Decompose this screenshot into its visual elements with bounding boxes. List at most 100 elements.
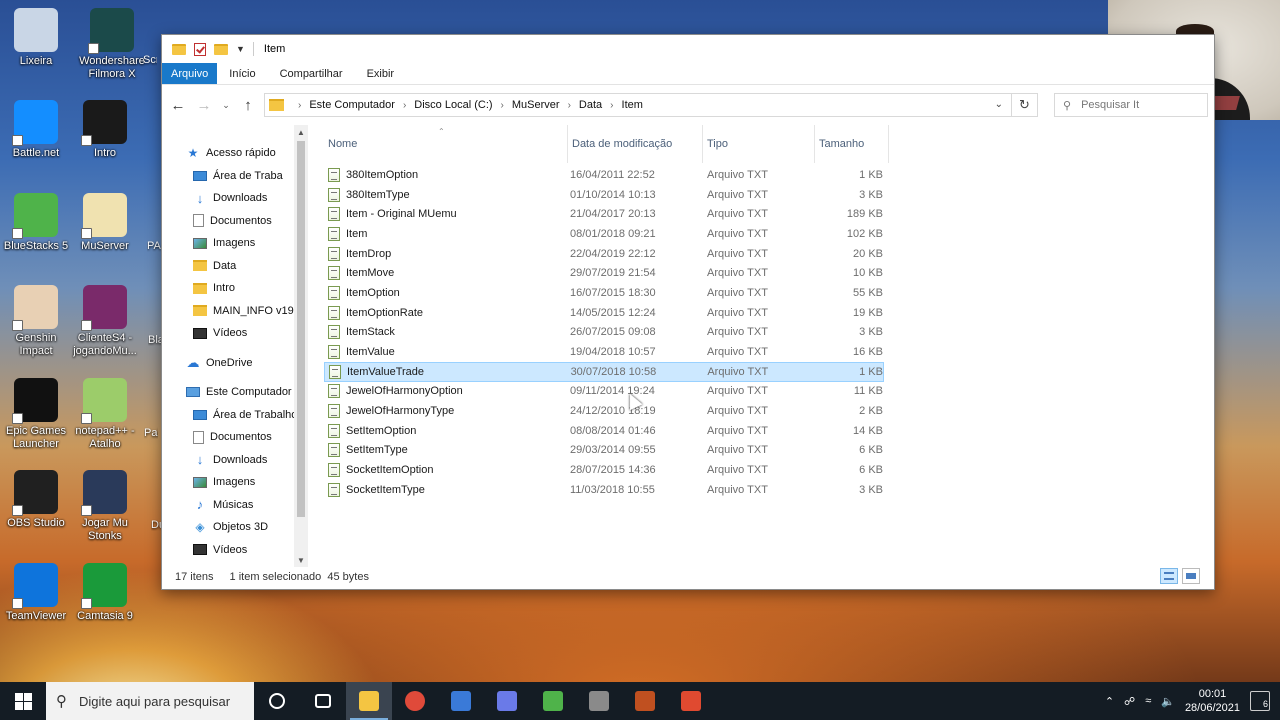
refresh-icon[interactable]: ↻ (1012, 93, 1038, 117)
taskbar-chrome-icon[interactable] (392, 682, 438, 720)
taskbar-search-input[interactable]: ⚲ Digite aqui para pesquisar (46, 682, 254, 720)
details-view-icon[interactable] (1160, 568, 1178, 584)
chevron-right-icon[interactable]: › (568, 100, 571, 111)
forward-arrow-icon[interactable]: → (194, 95, 214, 115)
back-arrow-icon[interactable]: ← (168, 95, 188, 115)
nav-item[interactable]: Documentos (162, 426, 308, 449)
nav-item[interactable]: Vídeos (162, 322, 308, 345)
quick-access-dropdown-icon[interactable]: ▼ (236, 44, 245, 54)
tab-compartilhar[interactable]: Compartilhar (268, 63, 355, 84)
file-row[interactable]: ItemValue 19/04/2018 10:57 Arquivo TXT 16 K… (324, 342, 884, 362)
desktop-icon-8[interactable]: Epic Games Launcher (0, 378, 74, 451)
nav-item[interactable]: Área de Trabalho (162, 404, 308, 427)
chevron-down-icon[interactable]: ⌄ (995, 99, 1003, 110)
address-bar[interactable]: › Este Computador › Disco Local (C:) › M… (264, 93, 1012, 117)
file-row[interactable]: 380ItemOption 16/04/2011 22:52 Arquivo TXT… (324, 165, 884, 185)
nav-item[interactable]: ☁ OneDrive (162, 352, 308, 375)
taskbar-network-app-icon[interactable] (438, 682, 484, 720)
file-row[interactable]: SocketItemOption 28/07/2015 14:36 Arquivo … (324, 460, 884, 480)
file-row[interactable]: ItemValueTrade 30/07/2018 10:58 Arquivo TX… (324, 361, 884, 382)
taskbar-box-app-icon[interactable] (576, 682, 622, 720)
nav-item[interactable]: Imagens⌖ (162, 232, 308, 255)
properties-icon[interactable] (194, 42, 206, 56)
file-row[interactable]: ItemDrop 22/04/2019 22:12 Arquivo TXT 20 KB (324, 244, 884, 264)
scroll-thumb[interactable] (297, 141, 305, 517)
nav-item[interactable]: Imagens (162, 471, 308, 494)
scroll-up-icon[interactable]: ▲ (294, 125, 308, 139)
meet-now-icon[interactable]: ☍ (1124, 695, 1135, 708)
desktop-icon-4[interactable]: BlueStacks 5 (0, 193, 74, 253)
nav-scrollbar[interactable]: ▲ ▼ (294, 125, 308, 567)
taskbar-file-explorer-icon[interactable] (346, 682, 392, 720)
breadcrumb-este-computador[interactable]: Este Computador (309, 99, 395, 111)
desktop-icon-13[interactable]: Camtasia 9 (67, 563, 143, 623)
start-button[interactable] (0, 682, 46, 720)
new-folder-icon[interactable] (214, 43, 228, 55)
desktop-icon-3[interactable]: Intro (67, 100, 143, 160)
taskbar-camtasia-icon[interactable] (668, 682, 714, 720)
cortana-icon[interactable] (254, 682, 300, 720)
notification-center-icon[interactable]: 6 (1250, 691, 1270, 711)
taskbar-android-app-icon[interactable] (530, 682, 576, 720)
chevron-right-icon[interactable]: › (610, 100, 613, 111)
file-row[interactable]: 380ItemType 01/10/2014 10:13 Arquivo TXT 3 … (324, 185, 884, 205)
nav-item[interactable]: Este Computador (162, 381, 308, 404)
file-row[interactable]: SetItemOption 08/08/2014 01:46 Arquivo TXT… (324, 421, 884, 441)
tab-exibir[interactable]: Exibir (355, 63, 407, 84)
nav-item[interactable]: ↓Downloads⌖ (162, 187, 308, 210)
up-arrow-icon[interactable]: ↑ (238, 95, 258, 115)
breadcrumb-disco-local[interactable]: Disco Local (C:) (414, 99, 492, 111)
nav-item[interactable]: ↓ Downloads (162, 449, 308, 472)
volume-icon[interactable]: 🔈 (1161, 695, 1175, 708)
nav-item[interactable]: Intro (162, 277, 308, 300)
desktop-icon-2[interactable]: Battle.net (0, 100, 74, 160)
file-row[interactable]: ItemOptionRate 14/05/2015 12:24 Arquivo TX… (324, 303, 884, 323)
recent-locations-dropdown-icon[interactable]: ⌄ (220, 95, 232, 115)
desktop-icon-11[interactable]: Jogar Mu Stonks (67, 470, 143, 543)
desktop-icon-0[interactable]: Lixeira (0, 8, 74, 68)
file-row[interactable]: JewelOfHarmonyOption 09/11/2014 19:24 Arqu… (324, 382, 884, 402)
wifi-icon[interactable]: ≈ (1145, 695, 1151, 707)
chevron-right-icon[interactable]: › (501, 100, 504, 111)
desktop-icon-7[interactable]: ClienteS4 - jogandoMu... (67, 285, 143, 358)
nav-item[interactable]: Área de Traba⌖ (162, 165, 308, 188)
breadcrumb-item[interactable]: Item (622, 99, 643, 111)
desktop-icon-6[interactable]: Genshin Impact (0, 285, 74, 358)
file-row[interactable]: ItemStack 26/07/2015 09:08 Arquivo TXT 3 KB (324, 323, 884, 343)
clock[interactable]: 00:01 28/06/2021 (1185, 687, 1240, 715)
desktop-icon-partial-label[interactable]: PA (147, 240, 161, 252)
file-row[interactable]: ItemOption 16/07/2015 18:30 Arquivo TXT 55 … (324, 283, 884, 303)
nav-item[interactable]: ◈ Objetos 3D (162, 516, 308, 539)
chevron-right-icon[interactable]: › (298, 100, 301, 111)
file-row[interactable]: Item 08/01/2018 09:21 Arquivo TXT 102 KB (324, 224, 884, 244)
file-row[interactable]: SocketItemType 11/03/2018 10:55 Arquivo TX… (324, 480, 884, 500)
column-header-type[interactable]: Tipo (703, 125, 815, 163)
file-row[interactable]: SetItemType 29/03/2014 09:55 Arquivo TXT 6 … (324, 441, 884, 461)
large-icons-view-icon[interactable] (1182, 568, 1200, 584)
desktop-icon-12[interactable]: TeamViewer (0, 563, 74, 623)
desktop-icon-partial-label[interactable]: Scre (143, 54, 157, 66)
nav-item[interactable]: Documentos⌖ (162, 210, 308, 233)
taskbar-task-view-icon[interactable] (300, 682, 346, 720)
chevron-right-icon[interactable]: › (403, 100, 406, 111)
tab-inicio[interactable]: Início (217, 63, 267, 84)
breadcrumb-muserver[interactable]: MuServer (512, 99, 560, 111)
column-header-date[interactable]: Data de modificação (568, 125, 703, 163)
tab-arquivo[interactable]: Arquivo (162, 63, 218, 84)
nav-item[interactable]: ★ Acesso rápido (162, 142, 308, 165)
desktop-icon-partial-label[interactable]: Bla PO (148, 334, 162, 346)
nav-item[interactable]: Data (162, 255, 308, 278)
file-row[interactable]: JewelOfHarmonyType 24/12/2010 18:19 Arquiv… (324, 401, 884, 421)
breadcrumb-data[interactable]: Data (579, 99, 602, 111)
taskbar-game-app-icon[interactable] (622, 682, 668, 720)
desktop-icon-partial-label[interactable]: Pai (144, 427, 158, 439)
desktop-icon-10[interactable]: OBS Studio (0, 470, 74, 530)
file-row[interactable]: ItemMove 29/07/2019 21:54 Arquivo TXT 10 KB (324, 263, 884, 283)
nav-item[interactable]: MAIN_INFO v19 (162, 300, 308, 323)
taskbar-discord-icon[interactable] (484, 682, 530, 720)
search-input[interactable]: ⚲ Pesquisar It (1054, 93, 1208, 117)
column-header-size[interactable]: Tamanho (815, 125, 889, 163)
chevron-up-icon[interactable]: ⌃ (1105, 695, 1114, 708)
column-header-name[interactable]: Nome (324, 125, 568, 163)
nav-item[interactable]: ♪ Músicas (162, 494, 308, 517)
